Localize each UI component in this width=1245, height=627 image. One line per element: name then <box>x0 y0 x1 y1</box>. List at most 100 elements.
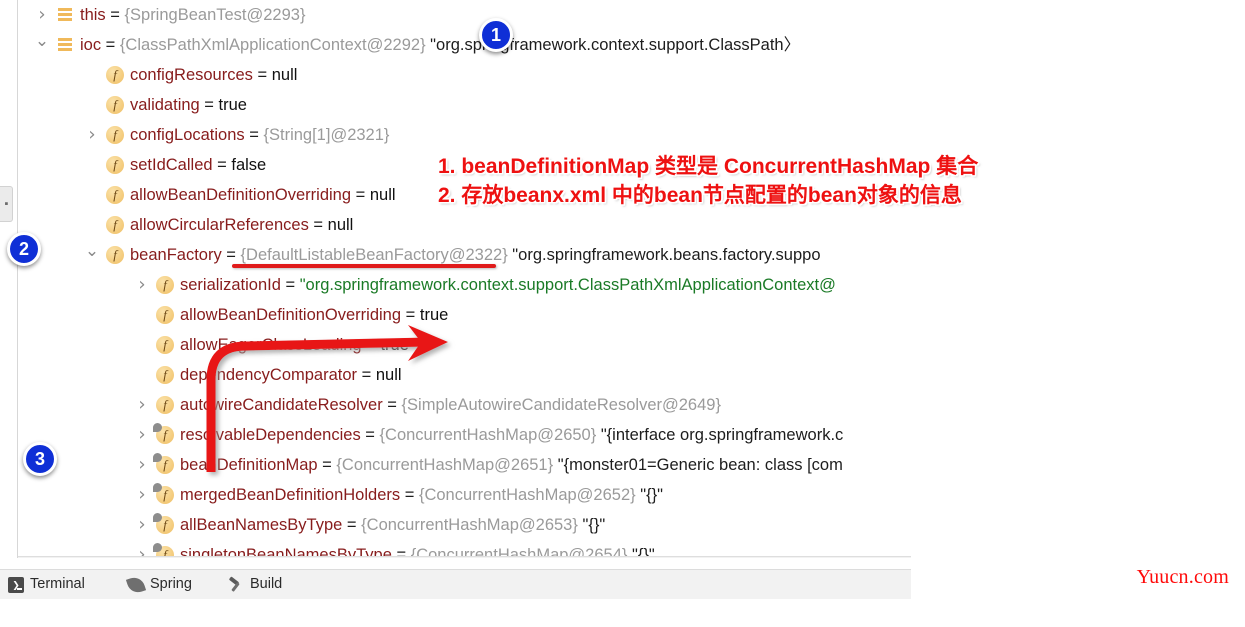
tool-window-bar: Terminal Spring Build <box>0 569 911 599</box>
tree-row-text: serializationId = "org.springframework.c… <box>180 270 836 300</box>
equals-sign: = <box>308 216 328 234</box>
stub-glyph-icon: ▪ <box>4 198 9 210</box>
tree-row[interactable]: this = {SpringBeanTest@2293} <box>18 0 911 30</box>
chevron-down-icon[interactable] <box>84 240 100 272</box>
tree-row-text: mergedBeanDefinitionHolders = {Concurren… <box>180 480 663 510</box>
variable-value: true <box>419 306 449 324</box>
chevron-right-icon[interactable] <box>34 0 50 32</box>
screenshot-root: ▪ this = {SpringBeanTest@2293}ioc = {Cla… <box>0 0 1245 627</box>
variable-value: "{interface org.springframework.c <box>596 426 844 444</box>
variable-value: null <box>369 186 396 204</box>
variable-value: "{}" <box>635 486 663 504</box>
tool-window-button-spring[interactable]: Spring <box>125 570 192 599</box>
tree-row[interactable]: resolvableDependencies = {ConcurrentHash… <box>18 420 911 450</box>
terminal-icon <box>8 577 24 593</box>
equals-sign: = <box>317 456 337 474</box>
tree-row[interactable]: ioc = {ClassPathXmlApplicationContext@22… <box>18 30 911 60</box>
annotation-badge-1: 1 <box>479 18 513 52</box>
tool-window-label: Build <box>250 576 283 592</box>
variable-name: beanFactory <box>130 246 222 264</box>
tree-row[interactable]: validating = true <box>18 90 911 120</box>
variable-name: beanDefinitionMap <box>180 456 318 474</box>
tree-row[interactable]: mergedBeanDefinitionHolders = {Concurren… <box>18 480 911 510</box>
equals-sign: = <box>400 486 419 504</box>
tree-row-text: setIdCalled = false <box>130 150 266 180</box>
object-reference-value: {ConcurrentHashMap@2653} <box>361 516 578 534</box>
variable-name: serializationId <box>180 276 281 294</box>
chevron-right-icon[interactable] <box>134 270 150 302</box>
chevron-right-icon[interactable] <box>84 120 100 152</box>
tree-row[interactable]: serializationId = "org.springframework.c… <box>18 270 911 300</box>
field-icon <box>106 126 124 144</box>
tree-row-text: autowireCandidateResolver = {SimpleAutow… <box>180 390 721 420</box>
variable-value: "{}" <box>577 516 606 534</box>
local-variable-icon <box>56 36 74 54</box>
chevron-right-icon[interactable] <box>134 480 150 512</box>
chevron-down-icon[interactable] <box>34 30 50 62</box>
variable-name: dependencyComparator <box>180 366 358 384</box>
field-icon <box>106 156 124 174</box>
variable-name: this <box>80 6 106 24</box>
annotation-line-1: 1. beanDefinitionMap 类型是 ConcurrentHashM… <box>438 155 979 178</box>
tree-row[interactable]: configLocations = {String[1]@2321} <box>18 120 911 150</box>
equals-sign: = <box>342 516 362 534</box>
tree-row-text: allowCircularReferences = null <box>130 210 353 240</box>
tree-row[interactable]: beanDefinitionMap = {ConcurrentHashMap@2… <box>18 450 911 480</box>
tree-row[interactable]: allowCircularReferences = null <box>18 210 911 240</box>
variables-tree[interactable]: this = {SpringBeanTest@2293}ioc = {Class… <box>18 0 911 558</box>
equals-sign: = <box>105 6 125 24</box>
equals-sign: = <box>221 246 241 264</box>
tree-row-text: allowBeanDefinitionOverriding = null <box>130 180 396 210</box>
chevron-right-icon[interactable] <box>134 510 150 542</box>
horizontal-scrollbar[interactable] <box>18 556 911 558</box>
tree-row-text: configLocations = {String[1]@2321} <box>130 120 389 150</box>
chevron-right-icon[interactable] <box>134 390 150 422</box>
tree-row[interactable]: allowBeanDefinitionOverriding = true <box>18 300 911 330</box>
annotation-badge-3: 3 <box>23 442 57 476</box>
tree-row-text: ioc = {ClassPathXmlApplicationContext@22… <box>80 30 800 60</box>
final-field-icon <box>153 453 174 474</box>
tool-window-label: Terminal <box>30 576 85 592</box>
variable-value: "org.springframework.beans.factory.suppo <box>507 246 821 264</box>
variable-value: null <box>271 66 298 84</box>
panel-left-gutter <box>0 0 18 558</box>
equals-sign: = <box>360 426 380 444</box>
tree-row[interactable]: dependencyComparator = null <box>18 360 911 390</box>
tree-row-text: dependencyComparator = null <box>180 360 402 390</box>
field-icon <box>106 186 124 204</box>
object-reference-value: {ConcurrentHashMap@2650} <box>379 426 597 444</box>
equals-sign: = <box>244 126 264 144</box>
tree-row-text: beanDefinitionMap = {ConcurrentHashMap@2… <box>180 450 843 480</box>
chevron-right-icon[interactable] <box>134 420 150 452</box>
tree-row-text: resolvableDependencies = {ConcurrentHash… <box>180 420 843 450</box>
hammer-icon <box>228 577 244 593</box>
tree-row[interactable]: allowEagerClassLoading = true <box>18 330 911 360</box>
red-underline-annotation <box>232 264 496 268</box>
tree-row[interactable]: allBeanNamesByType = {ConcurrentHashMap@… <box>18 510 911 540</box>
tree-row-text: allBeanNamesByType = {ConcurrentHashMap@… <box>180 510 605 540</box>
variable-value: null <box>327 216 354 234</box>
variable-name: autowireCandidateResolver <box>180 396 383 414</box>
field-icon <box>156 336 174 354</box>
equals-sign: = <box>280 276 300 294</box>
variable-value: false <box>231 156 267 174</box>
tree-row[interactable]: autowireCandidateResolver = {SimpleAutow… <box>18 390 911 420</box>
tree-row-text: allowBeanDefinitionOverriding = true <box>180 300 448 330</box>
final-field-icon <box>153 423 174 444</box>
object-reference-value: {SimpleAutowireCandidateResolver@2649} <box>401 396 721 414</box>
tool-window-button-build[interactable]: Build <box>228 570 282 599</box>
tree-row-text: validating = true <box>130 90 247 120</box>
equals-sign: = <box>351 186 370 204</box>
variable-value: "org.springframework.context.support.Cla… <box>299 276 836 294</box>
equals-sign: = <box>401 306 420 324</box>
field-icon <box>156 276 174 294</box>
chevron-right-icon[interactable] <box>134 450 150 482</box>
tree-row-text: configResources = null <box>130 60 297 90</box>
object-reference-value: {DefaultListableBeanFactory@2322} <box>240 246 508 264</box>
variable-value: null <box>375 366 402 384</box>
tree-row[interactable]: configResources = null <box>18 60 911 90</box>
variable-name: resolvableDependencies <box>180 426 361 444</box>
collapsed-tool-stub[interactable]: ▪ <box>0 186 13 222</box>
watermark: Yuucn.com <box>1136 566 1229 588</box>
tool-window-button-terminal[interactable]: Terminal <box>8 570 85 599</box>
